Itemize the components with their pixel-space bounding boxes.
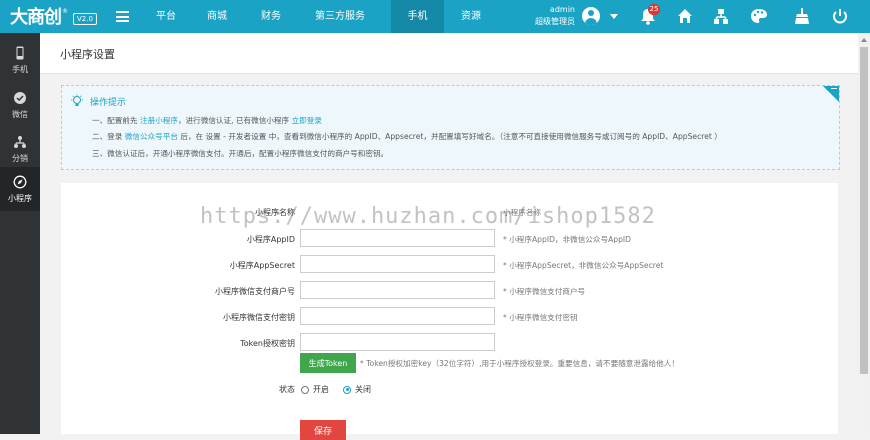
power-icon[interactable]	[825, 0, 855, 33]
tips-title: 操作提示	[90, 97, 127, 108]
name-hint: 小程序名称	[503, 208, 541, 217]
mchid-label: 小程序微信支付商户号	[215, 287, 295, 296]
appid-label: 小程序AppID	[246, 235, 295, 244]
token-hint: * Token授权加密key（32位字符）,用于小程序授权登录。重要信息，请不要…	[360, 359, 679, 368]
nav-tab-finance[interactable]: 财务	[247, 0, 295, 33]
distribution-icon	[14, 136, 26, 148]
scroll-up-icon[interactable]	[861, 38, 867, 42]
save-button[interactable]: 保存	[300, 420, 346, 440]
sidebar-item-label: 手机	[12, 65, 28, 74]
paykey-hint: * 小程序微信支付密钥	[503, 313, 578, 322]
logo-text: 大商创	[10, 7, 62, 28]
logo-registered-mark: ®	[62, 7, 68, 15]
appid-input[interactable]	[300, 229, 495, 247]
paykey-input[interactable]	[300, 307, 495, 325]
appsecret-input[interactable]	[300, 255, 495, 273]
radio-circle-checked	[343, 385, 351, 394]
nav-tab-platform[interactable]: 平台	[140, 0, 192, 33]
minus-icon[interactable]	[831, 88, 837, 89]
logo[interactable]: 大商创 ® V2.0	[10, 5, 97, 28]
mchid-hint: * 小程序微信支付商户号	[503, 287, 586, 296]
page-title-bar: 小程序设置	[40, 33, 858, 74]
menu-toggle-icon[interactable]	[116, 11, 129, 22]
sidebar: 手机 微信 分销 小程序	[0, 33, 40, 434]
scroll-thumb[interactable]	[860, 47, 868, 374]
page-title: 小程序设置	[60, 48, 115, 61]
sidebar-item-mobile[interactable]: 手机	[0, 38, 40, 78]
wechat-platform-link[interactable]: 微信公众号平台	[125, 132, 178, 141]
notification-badge: 25	[648, 4, 660, 15]
nav-tab-mobile[interactable]: 手机	[391, 0, 444, 33]
sidebar-item-mini-program[interactable]: 小程序	[0, 167, 40, 211]
top-navbar: 大商创 ® V2.0 平台 商城 财务 第三方服务 手机 资源 admin 超级…	[0, 0, 870, 33]
sidebar-item-label: 微信	[12, 110, 28, 119]
palette-icon[interactable]	[744, 0, 774, 33]
tips-header: 操作提示	[70, 94, 126, 108]
avatar[interactable]	[582, 7, 600, 25]
wechat-icon	[14, 92, 26, 104]
radio-circle	[301, 385, 309, 394]
sidebar-item-label: 小程序	[8, 194, 32, 203]
clear-cache-icon[interactable]	[787, 0, 817, 33]
appsecret-hint: * 小程序AppSecret，非微信公众号AppSecret	[503, 261, 664, 270]
radio-label: 关闭	[355, 385, 371, 394]
compass-icon	[13, 175, 27, 189]
sitemap-icon[interactable]	[706, 0, 736, 33]
sidebar-item-wechat[interactable]: 微信	[0, 83, 40, 123]
register-mini-program-link[interactable]: 注册小程序	[140, 116, 178, 125]
scrollbar[interactable]	[858, 33, 870, 434]
mchid-input[interactable]	[300, 281, 495, 299]
status-radio-on[interactable]: 开启	[301, 384, 329, 395]
radio-label: 开启	[313, 385, 329, 394]
paykey-label: 小程序微信支付密钥	[223, 313, 295, 322]
version-badge: V2.0	[73, 13, 97, 25]
user-role: 超级管理员	[535, 17, 575, 26]
nav-tab-resources[interactable]: 资源	[447, 0, 495, 33]
sidebar-item-distribution[interactable]: 分销	[0, 127, 40, 167]
tips-text: 二、登录	[92, 132, 125, 141]
nav-tab-third-party[interactable]: 第三方服务	[300, 0, 380, 33]
tips-text: 后，在 设置 - 开发者设置 中，查看到微信小程序的 AppID、Appsecr…	[177, 132, 722, 141]
token-input[interactable]	[300, 333, 495, 351]
login-now-link[interactable]: 立即登录	[292, 116, 322, 125]
tips-text: ，进行微信认证, 已有微信小程序	[177, 116, 292, 125]
generate-token-button[interactable]: 生成Token	[300, 353, 356, 373]
tips-text: 一、配置前先	[92, 116, 140, 125]
sidebar-item-label: 分销	[12, 154, 28, 163]
tips-line-1: 一、配置前先 注册小程序，进行微信认证, 已有微信小程序 立即登录	[92, 115, 322, 126]
nav-tab-mall[interactable]: 商城	[192, 0, 242, 33]
operation-tips-panel: 操作提示 一、配置前先 注册小程序，进行微信认证, 已有微信小程序 立即登录 二…	[61, 85, 840, 170]
token-label: Token授权密钥	[240, 339, 295, 348]
user-name[interactable]: admin	[531, 5, 575, 14]
status-label: 状态	[279, 385, 295, 394]
tips-line-2: 二、登录 微信公众号平台 后，在 设置 - 开发者设置 中，查看到微信小程序的 …	[92, 131, 722, 142]
name-label: 小程序名称	[255, 208, 295, 217]
chevron-down-icon[interactable]	[610, 14, 618, 19]
home-icon[interactable]	[670, 0, 700, 33]
mobile-icon	[16, 46, 24, 60]
tips-line-3: 三、微信认证后，开通小程序微信支付。开通后，配置小程序微信支付的商户号和密钥。	[92, 149, 389, 158]
status-radio-off[interactable]: 关闭	[343, 384, 371, 395]
lightbulb-icon	[71, 94, 83, 106]
appid-hint: * 小程序AppID，非微信公众号AppID	[503, 235, 631, 244]
appsecret-label: 小程序AppSecret	[229, 261, 295, 270]
